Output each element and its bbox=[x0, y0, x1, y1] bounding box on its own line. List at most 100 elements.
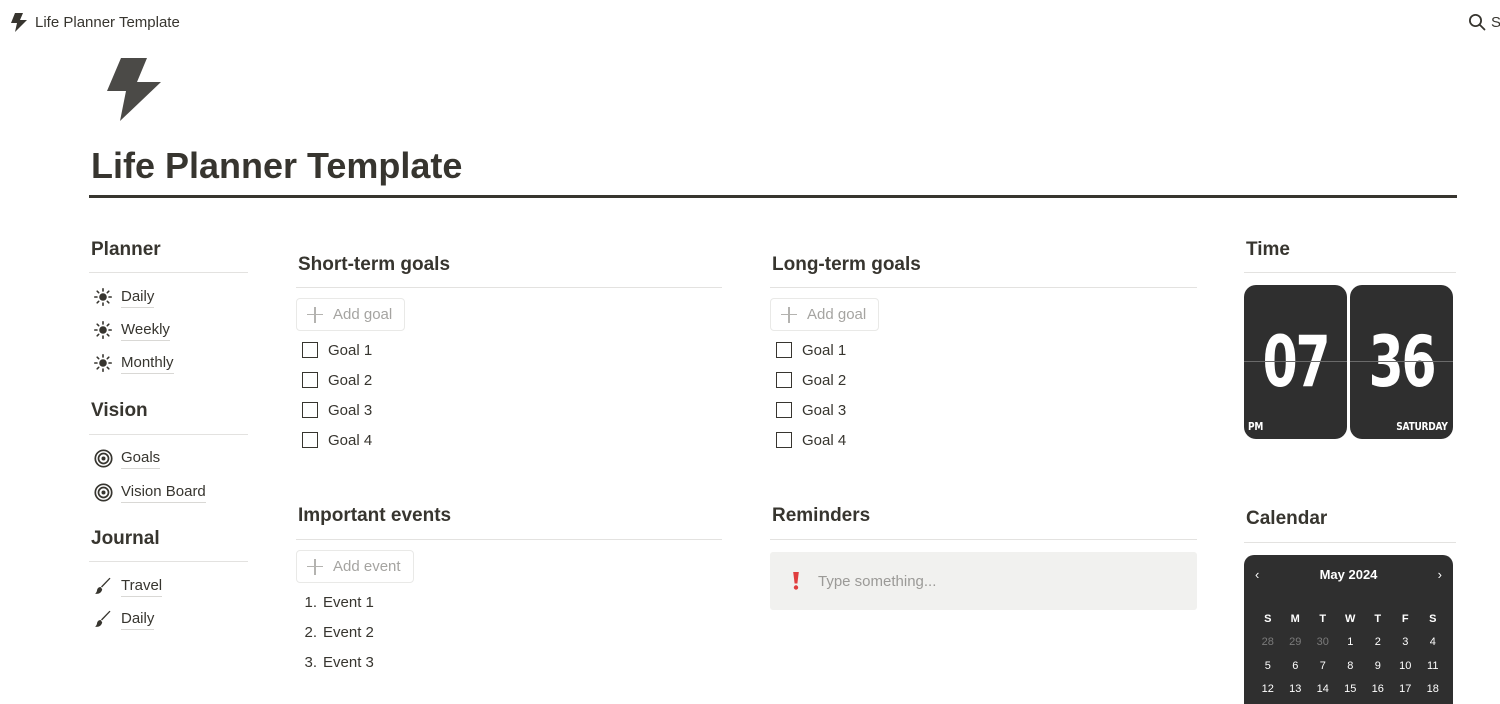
search-button-label[interactable]: S bbox=[1491, 13, 1500, 33]
calendar-day[interactable]: 8 bbox=[1337, 654, 1365, 678]
todo-item[interactable]: Goal 2 bbox=[301, 369, 372, 391]
calendar-day[interactable]: 5 bbox=[1254, 654, 1282, 678]
add-long-term-goal-button[interactable]: Add goal bbox=[770, 298, 880, 331]
time-heading: Time bbox=[1246, 239, 1291, 260]
event-label[interactable]: Event 3 bbox=[323, 654, 374, 671]
event-label[interactable]: Event 2 bbox=[323, 624, 374, 641]
checkbox[interactable] bbox=[302, 432, 318, 448]
list-item[interactable]: 2. Event 2 bbox=[295, 621, 374, 643]
sidebar-item-label[interactable]: Weekly bbox=[121, 320, 170, 341]
calendar-day[interactable]: 4 bbox=[1419, 631, 1447, 655]
target-icon bbox=[93, 482, 113, 502]
sidebar-item-goals[interactable]: Goals bbox=[93, 445, 161, 471]
calendar-day[interactable]: 18 bbox=[1419, 678, 1447, 702]
todo-item[interactable]: Goal 4 bbox=[301, 429, 372, 451]
todo-item[interactable]: Goal 2 bbox=[775, 369, 846, 391]
todo-item[interactable]: Goal 4 bbox=[775, 429, 846, 451]
calendar-day[interactable]: 9 bbox=[1364, 654, 1392, 678]
calendar-next-button[interactable]: › bbox=[1438, 567, 1442, 582]
todo-label[interactable]: Goal 2 bbox=[328, 372, 372, 389]
reminders-divider bbox=[770, 539, 1197, 540]
calendar-day[interactable]: 1 bbox=[1337, 631, 1365, 655]
todo-label[interactable]: Goal 3 bbox=[328, 402, 372, 419]
calendar-day[interactable]: 14 bbox=[1309, 678, 1337, 702]
calendar-day[interactable]: 7 bbox=[1309, 654, 1337, 678]
sidebar-item-label[interactable]: Travel bbox=[121, 576, 163, 597]
flip-divider bbox=[1350, 361, 1453, 362]
event-label[interactable]: Event 1 bbox=[323, 594, 374, 611]
sidebar-item-label[interactable]: Goals bbox=[121, 448, 161, 469]
calendar-widget: ‹ May 2024 › S M T W T F S 28 29 30 1 2 3 4 5 6 7 8 9 10 11 1… bbox=[1244, 555, 1453, 704]
calendar-day[interactable]: 3 bbox=[1392, 631, 1420, 655]
checkbox[interactable] bbox=[776, 342, 792, 358]
add-goal-label: Add goal bbox=[807, 306, 867, 323]
todo-label[interactable]: Goal 1 bbox=[802, 342, 846, 359]
calendar-day[interactable]: 10 bbox=[1392, 654, 1420, 678]
checkbox[interactable] bbox=[776, 432, 792, 448]
list-item[interactable]: 1. Event 1 bbox=[295, 591, 374, 613]
checkbox[interactable] bbox=[302, 402, 318, 418]
calendar-day[interactable]: 28 bbox=[1254, 631, 1282, 655]
checkbox[interactable] bbox=[302, 372, 318, 388]
calendar-grid: S M T W T F S 28 29 30 1 2 3 4 5 6 7 8 9 10 11 12 13 14 15 16 17 18 bbox=[1254, 607, 1447, 701]
sun-icon bbox=[93, 320, 113, 340]
todo-item[interactable]: Goal 3 bbox=[301, 399, 372, 421]
calendar-day[interactable]: 16 bbox=[1364, 678, 1392, 702]
reminder-callout[interactable]: Type something... bbox=[770, 552, 1197, 610]
reminder-input[interactable]: Type something... bbox=[818, 573, 936, 590]
reminders-heading: Reminders bbox=[772, 505, 871, 526]
events-divider bbox=[296, 539, 722, 540]
plus-icon bbox=[307, 558, 323, 575]
clock-hour: 07 bbox=[1262, 321, 1331, 403]
todo-item[interactable]: Goal 1 bbox=[775, 339, 846, 361]
calendar-day[interactable]: 6 bbox=[1282, 654, 1310, 678]
list-number: 2. bbox=[304, 623, 317, 641]
plus-icon bbox=[307, 306, 323, 323]
calendar-day[interactable]: 12 bbox=[1254, 678, 1282, 702]
calendar-day[interactable]: 29 bbox=[1282, 631, 1310, 655]
calendar-day[interactable]: 30 bbox=[1309, 631, 1337, 655]
exclamation-icon bbox=[789, 571, 803, 591]
target-icon bbox=[93, 448, 113, 468]
page-title: Life Planner Template bbox=[91, 145, 463, 186]
search-icon[interactable] bbox=[1468, 13, 1486, 31]
add-event-button[interactable]: Add event bbox=[296, 550, 414, 583]
todo-label[interactable]: Goal 2 bbox=[802, 372, 846, 389]
calendar-weekday: W bbox=[1345, 612, 1356, 625]
list-item[interactable]: 3. Event 3 bbox=[295, 651, 374, 673]
todo-item[interactable]: Goal 1 bbox=[301, 339, 372, 361]
sidebar-item-weekly[interactable]: Weekly bbox=[93, 317, 170, 343]
checkbox[interactable] bbox=[776, 372, 792, 388]
sidebar-item-vision-board[interactable]: Vision Board bbox=[93, 479, 206, 505]
add-short-term-goal-button[interactable]: Add goal bbox=[296, 298, 406, 331]
calendar-day[interactable]: 2 bbox=[1364, 631, 1392, 655]
sidebar-item-label[interactable]: Monthly bbox=[121, 353, 174, 374]
sidebar-item-monthly[interactable]: Monthly bbox=[93, 350, 174, 376]
calendar-day[interactable]: 17 bbox=[1392, 678, 1420, 702]
todo-label[interactable]: Goal 4 bbox=[328, 432, 372, 449]
planner-heading: Planner bbox=[91, 239, 161, 260]
sidebar-item-label[interactable]: Daily bbox=[121, 609, 155, 630]
checkbox[interactable] bbox=[302, 342, 318, 358]
sidebar-item-journal-daily[interactable]: Daily bbox=[93, 606, 155, 632]
add-event-label: Add event bbox=[333, 558, 401, 575]
todo-label[interactable]: Goal 1 bbox=[328, 342, 372, 359]
sidebar-item-daily[interactable]: Daily bbox=[93, 284, 155, 310]
calendar-day[interactable]: 13 bbox=[1282, 678, 1310, 702]
breadcrumb[interactable]: Life Planner Template bbox=[35, 13, 180, 33]
sidebar-item-travel[interactable]: Travel bbox=[93, 573, 163, 599]
calendar-weekday: F bbox=[1401, 612, 1409, 625]
calendar-day[interactable]: 15 bbox=[1337, 678, 1365, 702]
long-term-divider bbox=[770, 287, 1197, 288]
list-number: 1. bbox=[304, 593, 317, 611]
journal-heading: Journal bbox=[91, 528, 160, 549]
todo-item[interactable]: Goal 3 bbox=[775, 399, 846, 421]
topbar: Life Planner Template S bbox=[0, 0, 1500, 44]
calendar-day[interactable]: 11 bbox=[1419, 654, 1447, 678]
todo-label[interactable]: Goal 4 bbox=[802, 432, 846, 449]
sidebar-item-label[interactable]: Vision Board bbox=[121, 482, 206, 503]
checkbox[interactable] bbox=[776, 402, 792, 418]
todo-label[interactable]: Goal 3 bbox=[802, 402, 846, 419]
sidebar-item-label[interactable]: Daily bbox=[121, 287, 155, 308]
page-bolt-icon[interactable] bbox=[107, 58, 161, 121]
